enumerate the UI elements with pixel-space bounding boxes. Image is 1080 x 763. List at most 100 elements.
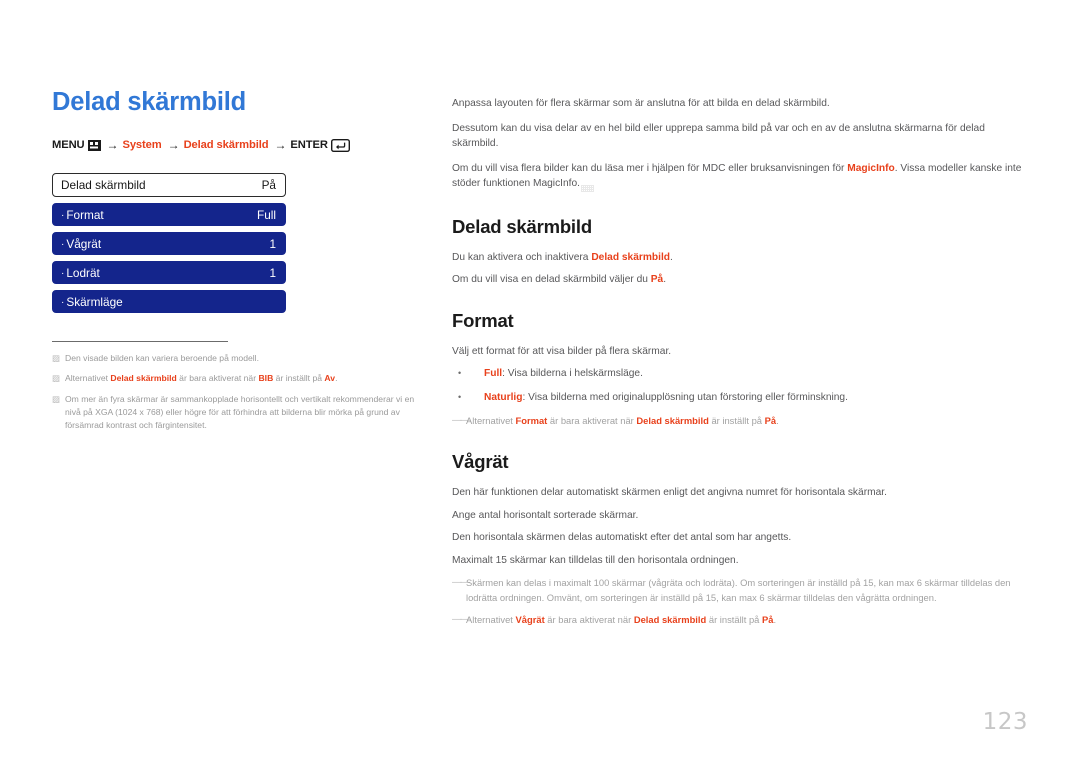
text-run: Dessutom kan du visa delar av en hel bil… (452, 122, 985, 150)
text-run: är inställt på (273, 373, 325, 384)
osd-item-vertical[interactable]: · Lodrät 1 (52, 261, 286, 285)
text-run: Välj ett format för att visa bilder på f… (452, 345, 672, 357)
highlight-term: Av (324, 373, 336, 384)
osd-bullet-icon: · (61, 296, 65, 308)
osd-item-horizontal-text: Vågrät (66, 236, 102, 251)
note-text: Alternativet Delad skärmbild är bara akt… (65, 372, 430, 385)
osd-bullet-icon: · (61, 238, 65, 250)
osd-item-screen-position[interactable]: · Skärmläge (52, 290, 286, 314)
bullet-text: Naturlig: Visa bilderna med originaluppl… (484, 390, 1030, 406)
enter-return-key-icon (330, 138, 350, 152)
osd-item-horizontal-value: 1 (269, 236, 276, 251)
text-run: är bara aktiverat när (547, 415, 637, 426)
bullet-item: • Naturlig: Visa bilderna med originalupp… (452, 390, 1030, 406)
osd-item-horizontal-label: · Vågrät (61, 237, 101, 251)
note-marker-icon: ▨ (52, 373, 60, 384)
osd-header-value: På (261, 178, 276, 193)
note-marker-icon: ▨ (52, 393, 60, 404)
text-run: Om du vill visa en delad skärmbild välje… (452, 274, 651, 285)
text-run: . (663, 274, 667, 285)
text-run: . (670, 251, 673, 263)
highlight-term: Naturlig (484, 391, 523, 403)
breadcrumb-enter-label: ENTER (290, 139, 328, 152)
breadcrumb-step-system: System (122, 139, 162, 152)
text-run: är inställt på (706, 614, 763, 626)
highlight-term: På (764, 415, 777, 426)
dash-note-text: Alternativet Vågrät är bara aktiverat nä… (466, 612, 1030, 628)
text-run: är bara aktiverat när (544, 614, 634, 626)
osd-item-format-text: Format (66, 207, 104, 222)
text-run: Den här funktionen delar automatiskt skä… (452, 487, 887, 498)
text-run: . (335, 373, 338, 384)
osd-menu-mock: Delad skärmbild På · Format Full · Vågrät … (52, 173, 286, 314)
text-run: Den horisontala skärmen delas automatisk… (452, 532, 792, 543)
section-paragraph: Välj ett format för att visa bilder på f… (452, 344, 1030, 360)
document-page: Delad skärmbild MENU → System → Delad sk… (0, 0, 1080, 763)
dash-note-text: Alternativet Format är bara aktiverat nä… (466, 413, 1030, 429)
breadcrumb: MENU → System → Delad skärmbild → ENTER (52, 138, 430, 152)
section-heading: Vågrät (452, 451, 509, 472)
breadcrumb-arrow-2: → (167, 138, 180, 153)
left-notes-list: ▨ Den visade bilden kan variera beroende … (52, 352, 430, 433)
osd-header-label: Delad skärmbild (61, 178, 146, 193)
osd-item-format-value: Full (256, 207, 276, 222)
section-paragraph: Om du vill visa en delad skärmbild välje… (452, 272, 1030, 288)
highlight-term: MagicInfo (847, 162, 895, 174)
text-run: är inställt på (708, 415, 765, 426)
page-title: Delad skärmbild (52, 88, 246, 116)
bullet-text: Full: Visa bilderna i helskärmsläge. (484, 366, 1030, 382)
notes-divider (52, 341, 228, 343)
text-run: Om du vill visa flera bilder kan du läsa… (452, 162, 848, 174)
highlight-term: Delad skärmbild (591, 251, 671, 263)
highlight-term: Delad skärmbild (633, 614, 707, 626)
right-column: Anpassa layouten för flera skärmar som ä… (452, 96, 1030, 635)
text-run: Du kan aktivera och inaktivera (452, 251, 592, 263)
scan-artifact-icon (581, 184, 594, 192)
highlight-term: BIB (258, 373, 274, 384)
osd-item-horizontal[interactable]: · Vågrät 1 (52, 232, 286, 256)
breadcrumb-menu-label: MENU (52, 139, 85, 152)
osd-bullet-icon: · (61, 267, 65, 279)
osd-item-screen-position-text: Skärmläge (66, 294, 123, 309)
highlight-term: Full (484, 368, 503, 379)
note-item: ▨ Den visade bilden kan variera beroende … (52, 352, 430, 365)
bullet-item: • Full: Visa bilderna i helskärmsläge. (452, 366, 1030, 382)
osd-header-row: Delad skärmbild På (52, 173, 286, 198)
text-run: Maximalt 15 skärmar kan tilldelas till d… (452, 554, 739, 566)
section-heading: Delad skärmbild (452, 215, 592, 237)
dash-note-text: Skärmen kan delas i maximalt 100 skärmar… (466, 575, 1030, 605)
highlight-term: På (650, 274, 664, 285)
text-run: är bara aktiverat när (176, 373, 259, 384)
section-paragraph: Du kan aktivera och inaktivera Delad skä… (452, 250, 1030, 266)
text-run: Ange antal horisontalt sorterade skärmar… (452, 509, 639, 521)
text-run: . (776, 415, 779, 426)
text-run: Alternativet (466, 415, 516, 426)
remote-menu-button-icon (87, 139, 101, 151)
dash-note-item: —— Alternativet Vågrät är bara aktiverat … (452, 612, 1030, 628)
osd-item-vertical-label: · Lodrät (61, 266, 100, 280)
note-text: Om mer än fyra skärmar är sammankopplade… (65, 393, 430, 433)
osd-item-vertical-value: 1 (269, 265, 276, 280)
osd-item-vertical-text: Lodrät (66, 265, 100, 280)
note-text: Den visade bilden kan variera beroende p… (65, 352, 430, 365)
highlight-term: Vågrät (515, 614, 545, 626)
text-run: : Visa bilderna med originalupplösning u… (522, 391, 848, 403)
osd-item-format[interactable]: · Format Full (52, 203, 286, 227)
note-item: ▨ Alternativet Delad skärmbild är bara ak… (52, 372, 430, 385)
intro-paragraphs: Anpassa layouten för flera skärmar som ä… (452, 96, 1030, 192)
text-run: Alternativet (466, 614, 516, 626)
highlight-term: Delad skärmbild (636, 415, 709, 426)
intro-paragraph: Om du vill visa flera bilder kan du läsa… (452, 161, 1030, 192)
note-marker-icon: ▨ (52, 353, 60, 364)
dash-note-item: —— Alternativet Format är bara aktiverat … (452, 413, 1030, 429)
text-run: Anpassa layouten för flera skärmar som ä… (452, 98, 830, 109)
breadcrumb-arrow-1: → (106, 138, 119, 153)
breadcrumb-step-screen-split: Delad skärmbild (183, 139, 269, 152)
text-run: Om mer än fyra skärmar är sammankopplade… (65, 393, 415, 431)
osd-item-screen-position-label: · Skärmläge (61, 295, 123, 309)
highlight-term: Format (515, 415, 548, 426)
breadcrumb-arrow-3: → (274, 138, 287, 153)
text-run: : Visa bilderna i helskärmsläge. (502, 368, 643, 379)
bullet-dot-icon: • (458, 368, 462, 378)
note-item: ▨ Om mer än fyra skärmar är sammankopplad… (52, 393, 430, 433)
